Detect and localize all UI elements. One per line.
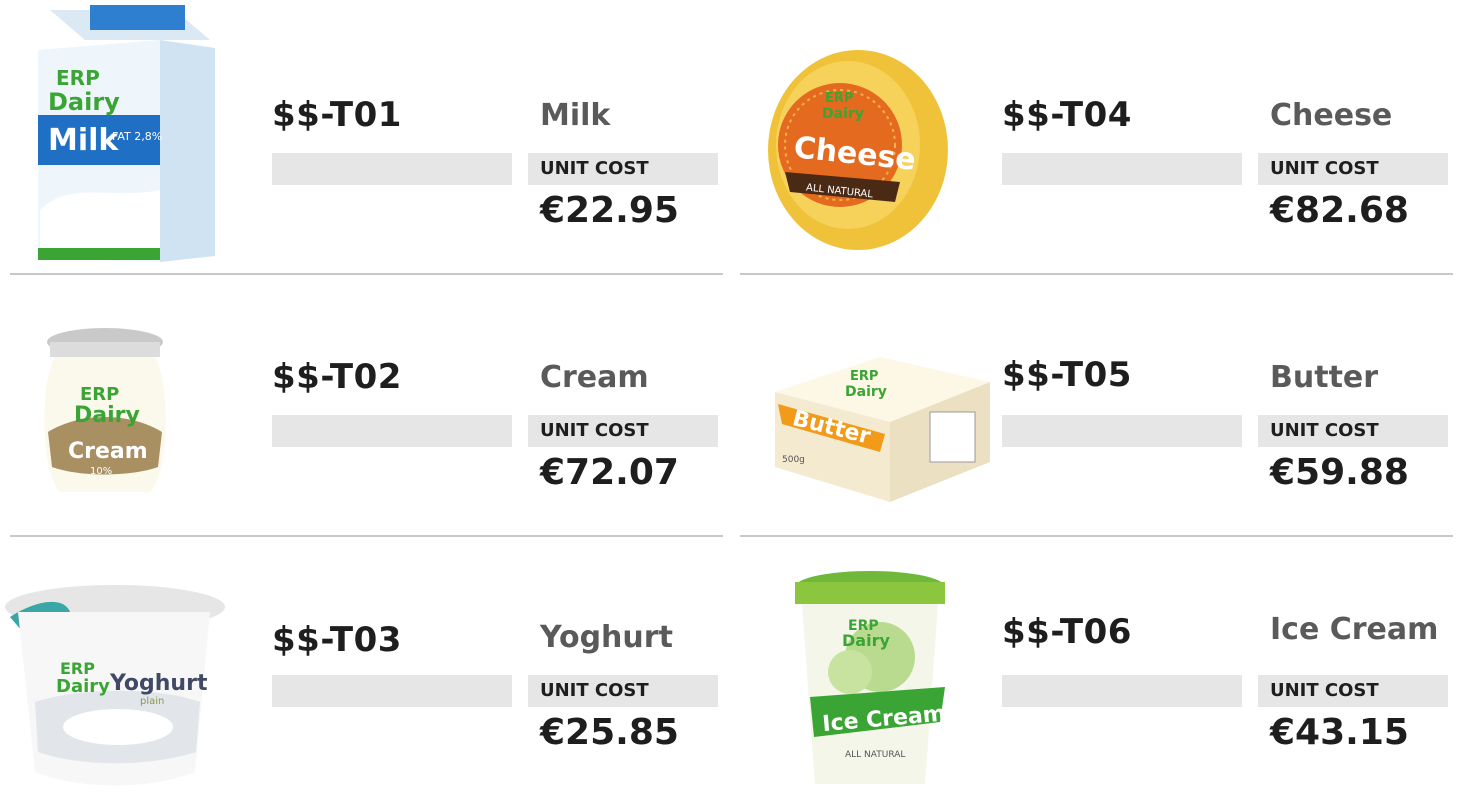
cream-pack-label: Cream <box>68 439 148 464</box>
sku-bar <box>1002 415 1242 447</box>
product-name: Butter <box>1270 360 1379 395</box>
product-name: Ice Cream <box>1270 612 1439 647</box>
cream-jar-image: Cream 10% ERP Dairy <box>0 262 260 522</box>
unit-cost-label: UNIT COST <box>540 158 649 179</box>
yoghurt-pack-label: Yoghurt <box>109 671 208 696</box>
brand-logo-line2: Dairy <box>845 384 887 400</box>
product-card-yoghurt[interactable]: ERP Dairy Yoghurt plain $$-T03 Yoghurt U… <box>0 522 718 786</box>
product-price: €43.15 <box>1270 712 1409 753</box>
brand-logo-line1: ERP <box>825 91 853 106</box>
ice-cream-pack-sub: ALL NATURAL <box>845 750 905 760</box>
brand-logo-line2: Dairy <box>74 403 140 428</box>
brand-logo-line2: Dairy <box>842 631 890 650</box>
brand-logo-line2: Dairy <box>822 106 864 122</box>
product-card-ice-cream[interactable]: Ice Cream ALL NATURAL ERP Dairy $$-T06 I… <box>730 522 1448 784</box>
butter-box-image: Butter 500g ERP Dairy <box>730 262 990 522</box>
brand-logo-line2: Dairy <box>56 676 110 697</box>
unit-cost-bar: UNIT COST <box>1258 675 1448 707</box>
unit-cost-label: UNIT COST <box>1270 680 1379 701</box>
milk-carton-image: Milk FAT 2,8% ERP Dairy <box>0 0 260 262</box>
milk-pack-label: Milk <box>48 123 119 158</box>
milk-pack-sub: FAT 2,8% <box>112 130 162 143</box>
brand-logo-line1: ERP <box>850 369 878 384</box>
product-card-milk[interactable]: Milk FAT 2,8% ERP Dairy $$-T01 Milk UNIT… <box>0 0 723 275</box>
product-sku: $$-T06 <box>1002 612 1132 652</box>
brand-logo-line1: ERP <box>56 66 100 90</box>
unit-cost-bar: UNIT COST <box>1258 153 1448 185</box>
unit-cost-label: UNIT COST <box>1270 158 1379 179</box>
product-price: €25.85 <box>540 712 679 753</box>
unit-cost-label: UNIT COST <box>1270 420 1379 441</box>
product-name: Cream <box>540 360 649 395</box>
product-price: €22.95 <box>540 190 679 231</box>
product-name: Yoghurt <box>540 620 673 655</box>
product-sku: $$-T05 <box>1002 355 1132 395</box>
brand-logo-line2: Dairy <box>48 88 120 116</box>
product-card-cream[interactable]: Cream 10% ERP Dairy $$-T02 Cream UNIT CO… <box>0 262 723 537</box>
unit-cost-label: UNIT COST <box>540 420 649 441</box>
product-sku: $$-T03 <box>272 620 402 660</box>
sku-bar <box>272 675 512 707</box>
sku-bar <box>1002 153 1242 185</box>
product-price: €59.88 <box>1270 452 1409 493</box>
product-card-cheese[interactable]: Cheese ALL NATURAL ERP Dairy $$-T04 Chee… <box>730 0 1453 275</box>
sku-bar <box>272 415 512 447</box>
sku-bar <box>272 153 512 185</box>
product-card-butter[interactable]: Butter 500g ERP Dairy $$-T05 Butter UNIT… <box>730 262 1453 537</box>
ice-cream-tub-image: Ice Cream ALL NATURAL ERP Dairy <box>730 522 990 784</box>
unit-cost-bar: UNIT COST <box>1258 415 1448 447</box>
product-sku: $$-T01 <box>272 95 402 135</box>
brand-logo-line1: ERP <box>80 384 119 405</box>
unit-cost-bar: UNIT COST <box>528 153 718 185</box>
cheese-wheel-image: Cheese ALL NATURAL ERP Dairy <box>730 0 990 260</box>
product-name: Cheese <box>1270 98 1393 133</box>
yoghurt-pack-sub: plain <box>140 696 164 707</box>
butter-pack-sub: 500g <box>782 455 805 465</box>
unit-cost-label: UNIT COST <box>540 680 649 701</box>
product-sku: $$-T04 <box>1002 95 1132 135</box>
product-name: Milk <box>540 98 611 133</box>
sku-bar <box>1002 675 1242 707</box>
unit-cost-bar: UNIT COST <box>528 675 718 707</box>
product-price: €72.07 <box>540 452 679 493</box>
yoghurt-cup-image: ERP Dairy Yoghurt plain <box>0 522 260 786</box>
unit-cost-bar: UNIT COST <box>528 415 718 447</box>
cream-pack-sub: 10% <box>90 466 112 477</box>
product-sku: $$-T02 <box>272 357 402 397</box>
product-price: €82.68 <box>1270 190 1409 231</box>
